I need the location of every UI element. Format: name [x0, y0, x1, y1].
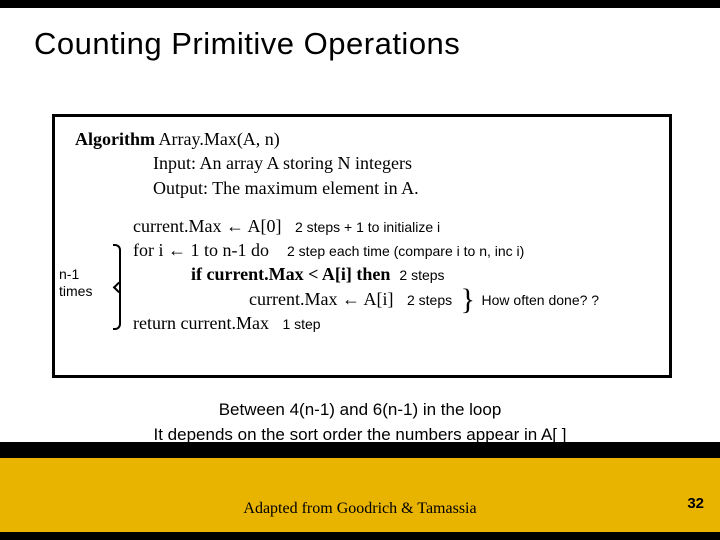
- code-l5-return: return current.Max: [133, 313, 269, 333]
- code-l3-annotation: 2 steps: [399, 267, 444, 283]
- footer-bar: [0, 458, 720, 532]
- code-l1-annotation: 2 steps + 1 to initialize i: [295, 219, 440, 235]
- code-l5-annotation: 1 step: [282, 316, 320, 332]
- code-l3-if: if current.Max < A[i] then: [191, 264, 390, 284]
- code-l2-for: for i: [133, 240, 164, 260]
- algorithm-input: Input: An array A storing N integers: [75, 151, 653, 175]
- separator-bar: [0, 442, 720, 458]
- arrow-icon: ←: [168, 240, 186, 260]
- code-l4-question: How often done? ?: [482, 292, 600, 308]
- slide: Counting Primitive Operations Algorithm …: [0, 8, 720, 532]
- arrow-icon: ←: [342, 289, 360, 309]
- code-l4-rhs: A[i]: [363, 289, 393, 309]
- code-l1-rhs: A[0]: [247, 216, 281, 236]
- summary-text: Between 4(n-1) and 6(n-1) in the loop It…: [0, 398, 720, 447]
- left-brace: [109, 244, 123, 330]
- algorithm-signature: Array.Max(A, n): [159, 129, 280, 149]
- algorithm-keyword: Algorithm: [75, 129, 155, 149]
- code-l4-annotation: 2 steps: [407, 292, 452, 308]
- loop-count-line1: n-1: [59, 266, 79, 282]
- algorithm-output: Output: The maximum element in A.: [75, 176, 653, 200]
- footer-attribution: Adapted from Goodrich & Tamassia: [0, 500, 720, 518]
- algorithm-body: n-1 times current.Max ← A[0] 2 steps + 1…: [75, 214, 653, 335]
- slide-number: 32: [687, 495, 704, 512]
- algorithm-header: Algorithm Array.Max(A, n) Input: An arra…: [75, 127, 653, 200]
- arrow-icon: ←: [226, 216, 244, 236]
- pseudocode: current.Max ← A[0] 2 steps + 1 to initia…: [75, 214, 653, 335]
- algorithm-box: Algorithm Array.Max(A, n) Input: An arra…: [52, 114, 672, 378]
- loop-count-label: n-1 times: [59, 266, 105, 300]
- code-l4-lhs: current.Max: [249, 289, 337, 309]
- slide-title: Counting Primitive Operations: [0, 8, 720, 62]
- code-l2-range: 1 to n-1 do: [191, 240, 270, 260]
- code-l2-annotation: 2 step each time (compare i to n, inc i): [287, 243, 524, 259]
- code-l1-lhs: current.Max: [133, 216, 221, 236]
- loop-count-line2: times: [59, 283, 92, 299]
- summary-line1: Between 4(n-1) and 6(n-1) in the loop: [0, 398, 720, 423]
